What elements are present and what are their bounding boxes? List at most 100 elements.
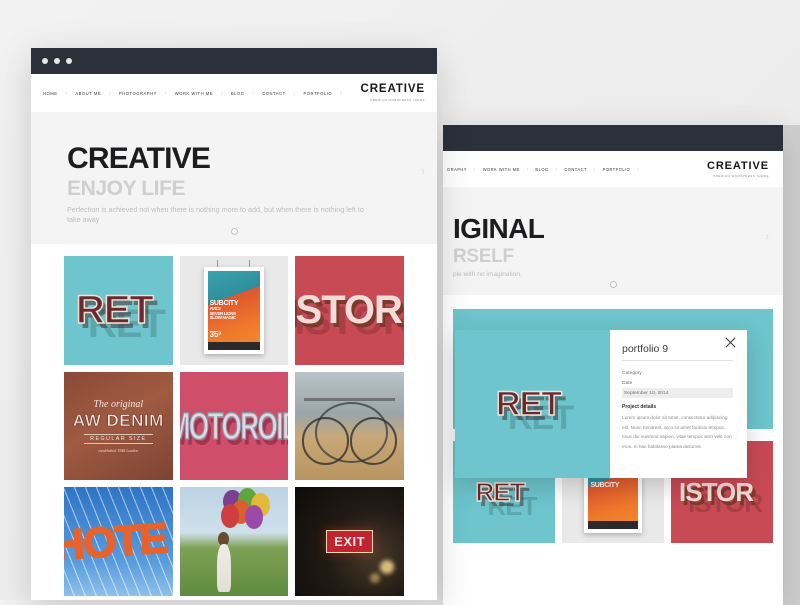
denim-headline: AW DENIM [72,411,164,431]
window-titlebar-back [443,125,783,151]
poster-footer-bar [207,341,261,350]
nav-separator: / [293,90,296,96]
nav-item-work-with-me[interactable]: WORK WITH ME [483,167,520,172]
lightbox-date-label: Date [622,380,633,386]
nav-item-blog[interactable]: BLOG [535,167,548,172]
bokeh-light [380,560,395,575]
lightbox-image-retro: RET [455,330,610,478]
browser-window-front[interactable]: HOME / ABOUT ME / PHOTOGRAPHY / WORK WIT… [31,48,437,600]
portfolio-tile-history[interactable]: ISTOR [295,256,404,365]
logo-tagline: PREMIUM WORDPRESS THEME [370,97,425,102]
bokeh-light [370,573,381,583]
maximize-dot[interactable] [66,58,72,64]
portfolio-tile-raw-denim[interactable]: The original AW DENIM REGULAR SIZE estab… [64,371,173,481]
nav-item-photography[interactable]: PHOTOGRAPHY [119,91,157,96]
lightbox-details-heading: Project details [622,404,657,410]
logo-brand: CREATIVE [706,159,769,172]
bike-wheel-right [350,417,398,465]
nav-separator: / [164,90,167,96]
poster-headline: SUBCITY [590,482,620,490]
nav-separator: / [252,90,255,96]
nav-item-home[interactable]: HOME [43,91,58,96]
portfolio-tile-retro[interactable]: RET [64,256,173,365]
lightbox-details-body: Lorem ipsum dolor sit amet, consectetur … [622,415,732,449]
site-logo-back[interactable]: CREATIVE PREMIUM WORDPRESS THEME [706,159,769,178]
poster-line-4: SLOW MAGIC [209,315,236,321]
site-navbar-back: GRAPHY / WORK WITH ME / BLOG / CONTACT /… [443,151,783,187]
hero-subtitle-back: RSELF [453,246,514,267]
girl-figure [216,543,231,592]
hero-title-back: IGINAL [453,213,545,244]
poster-price: 35³ [209,330,222,340]
portfolio-detail-lightbox[interactable]: RET portfolio 9 Category Date September … [455,330,747,478]
portfolio-tile-bicycle[interactable] [295,371,404,481]
denim-subline: REGULAR SIZE [84,434,153,444]
nav-item-photography[interactable]: GRAPHY [447,167,467,172]
slider-pagination-front[interactable] [31,228,437,235]
nav-item-work-with-me[interactable]: WORK WITH ME [175,91,213,96]
pagination-dot[interactable] [230,228,238,235]
lightbox-date-value: September 10, 2014 [622,388,733,398]
portfolio-tile-poster[interactable]: SUBCITY AVICII SEVEN LIONS SLOW MAGIC 35… [179,256,289,365]
nav-item-blog[interactable]: BLOG [231,91,245,96]
hero-slider-back: IGINAL RSELF ple with no imagination. › [443,187,783,295]
hero-title-front: CREATIVE [67,142,211,175]
portfolio-grid-front: RET SUBCITY AVICII SEVEN LIONS SLOW MAGI… [31,244,437,600]
hero-description-back: ple with no imagination. [453,271,522,278]
minimize-dot[interactable] [54,58,60,64]
slider-pagination-back[interactable] [443,281,783,288]
tile-artwork-text: EXIT [326,530,374,554]
nav-separator: / [593,166,596,172]
hero-subtitle-front: ENJOY LIFE [67,177,186,200]
site-navbar-front: HOME / ABOUT ME / PHOTOGRAPHY / WORK WIT… [31,74,437,112]
balloon [244,504,264,529]
nav-separator: / [474,166,476,172]
close-icon[interactable] [724,336,737,349]
poster-footer-bar [588,521,638,529]
nav-item-contact[interactable]: CONTACT [564,167,587,172]
pagination-dot[interactable] [609,281,617,288]
nav-separator: / [340,90,342,96]
lightbox-category-label: Category [622,370,642,376]
tile-artwork-text: RET [495,384,562,423]
poster-headline: SUBCITY AVICII SEVEN LIONS SLOW MAGIC [210,300,239,321]
portfolio-tile-balloons[interactable] [179,487,289,597]
close-dot[interactable] [42,58,48,64]
tile-artwork-text: ISTOR [295,287,403,332]
portfolio-tile-motoroid[interactable]: MOTOROID [179,371,289,481]
window-titlebar-front [31,48,437,74]
hero-slider-front: CREATIVE ENJOY LIFE Perfection is achiev… [31,112,437,244]
nav-separator: / [555,166,558,172]
site-logo-front[interactable]: CREATIVE PREMIUM WORDPRESS THEME [361,84,426,102]
nav-item-contact[interactable]: CONTACT [262,91,285,96]
nav-menu-front[interactable]: HOME / ABOUT ME / PHOTOGRAPHY / WORK WIT… [43,91,342,96]
logo-brand: CREATIVE [360,83,425,96]
nav-separator: / [109,90,111,96]
portfolio-tile-hotel-sign[interactable]: HOTE [64,487,173,596]
bike-rack-bar [304,397,396,401]
slider-next-arrow-icon[interactable]: › [421,164,425,178]
nav-menu-back[interactable]: GRAPHY / WORK WITH ME / BLOG / CONTACT /… [447,167,639,172]
balloon [220,503,240,528]
tile-artwork-text: RET [75,287,154,332]
portfolio-tile-exit-sign[interactable]: EXIT [295,487,404,596]
denim-footer: established 1948 London [98,448,139,453]
nav-item-portfolio[interactable]: PORTFOLIO [603,167,631,172]
bike-wheel-left [301,417,350,465]
tile-artwork-text: RET [475,476,526,507]
nav-item-about-me[interactable]: ABOUT ME [75,91,101,96]
tile-artwork-text: MOTOROID [180,403,289,448]
nav-item-portfolio[interactable]: PORTFOLIO [303,91,332,96]
nav-separator: / [526,166,529,172]
lightbox-title: portfolio 9 [622,343,733,361]
nav-separator: / [65,90,68,96]
tile-artwork-text: ISTOR [679,476,754,507]
denim-script-text: The original [93,399,144,410]
nav-separator: / [221,90,223,96]
logo-tagline: PREMIUM WORDPRESS THEME [713,173,769,178]
lightbox-info-panel: portfolio 9 Category Date September 10, … [610,330,747,478]
nav-separator: / [637,166,639,172]
hero-description-front: Perfection is achieved not when there is… [67,205,364,225]
poster-sheet: SUBCITY AVICII SEVEN LIONS SLOW MAGIC 35… [203,266,265,354]
slider-next-arrow-icon[interactable]: › [765,231,769,243]
